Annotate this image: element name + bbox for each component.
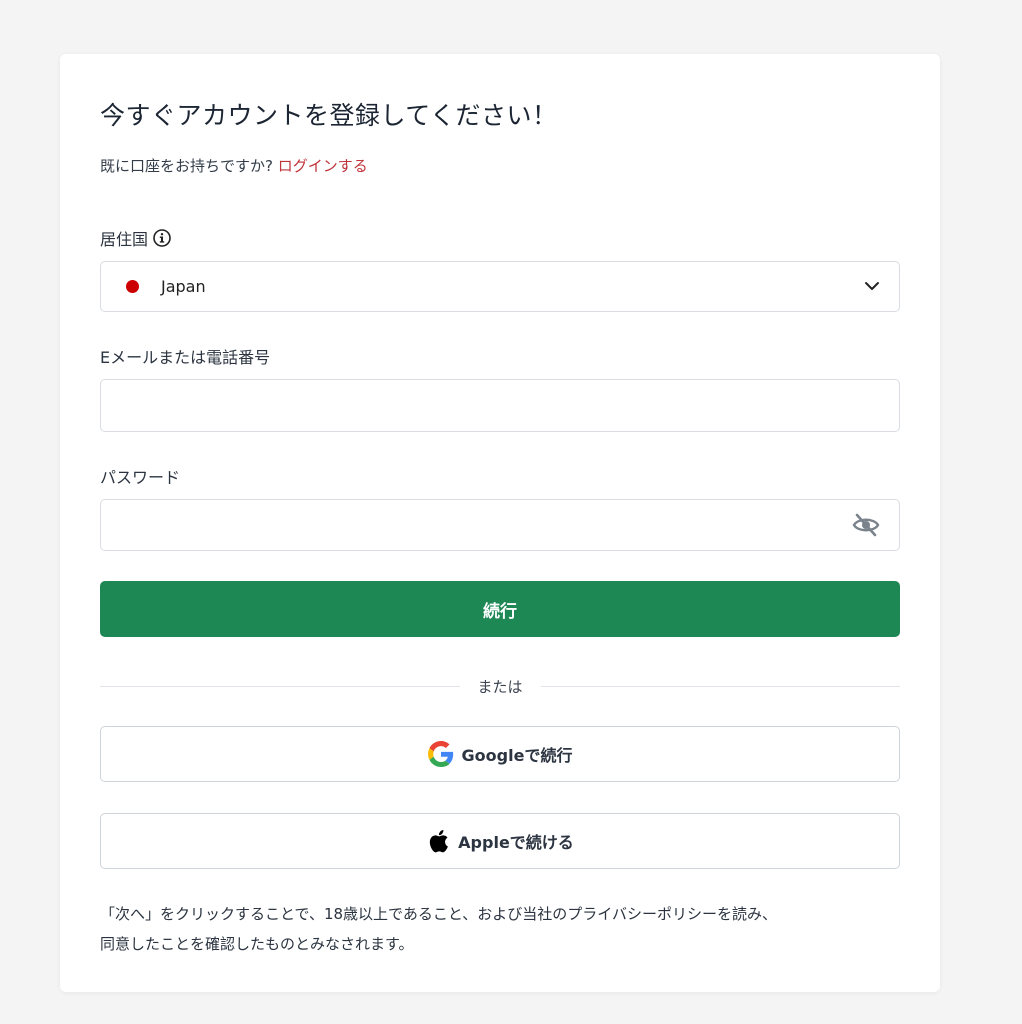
- terms-line-2: 同意したことを確認したものとみなされます。: [100, 935, 414, 953]
- google-signin-button[interactable]: Googleで続行: [100, 726, 900, 782]
- info-icon[interactable]: [153, 229, 171, 247]
- country-select[interactable]: Japan: [100, 261, 900, 312]
- chevron-down-icon: [865, 282, 879, 290]
- apple-signin-button[interactable]: Appleで続ける: [100, 813, 900, 869]
- country-label: 居住国: [100, 230, 149, 249]
- page-title: 今すぐアカウントを登録してください！: [100, 101, 558, 130]
- email-field[interactable]: [101, 380, 899, 431]
- country-value: Japan: [161, 277, 206, 296]
- signup-card: 今すぐアカウントを登録してください！ 既に口座をお持ちですか? ログインする 居…: [60, 54, 940, 992]
- email-label: Eメールまたは電話番号: [100, 348, 271, 367]
- google-icon: [427, 741, 453, 767]
- password-label: パスワード: [100, 468, 181, 487]
- apple-button-label: Appleで続ける: [458, 833, 574, 852]
- google-button-label: Googleで続行: [461, 746, 573, 765]
- or-divider: または: [100, 674, 901, 698]
- login-prompt: 既に口座をお持ちですか? ログインする: [100, 155, 368, 176]
- password-field[interactable]: [101, 500, 899, 550]
- country-label-row: 居住国: [100, 226, 171, 250]
- eye-off-icon[interactable]: [851, 511, 881, 539]
- divider-text: または: [477, 677, 523, 696]
- terms-notice: 「次へ」をクリックすることで、18歳以上であること、および当社のプライバシーポリ…: [100, 899, 900, 959]
- japan-flag-icon: [126, 280, 139, 293]
- email-field-wrapper: [100, 379, 900, 432]
- terms-line-1: 「次へ」をクリックすることで、18歳以上であること、および当社のプライバシーポリ…: [100, 905, 777, 923]
- login-link[interactable]: ログインする: [278, 157, 368, 175]
- divider-line-right: [540, 685, 901, 687]
- continue-button[interactable]: 続行: [100, 581, 900, 637]
- apple-icon: [430, 830, 449, 853]
- divider-line-left: [100, 685, 460, 687]
- login-prompt-text: 既に口座をお持ちですか?: [100, 157, 273, 175]
- password-field-wrapper: [100, 499, 900, 551]
